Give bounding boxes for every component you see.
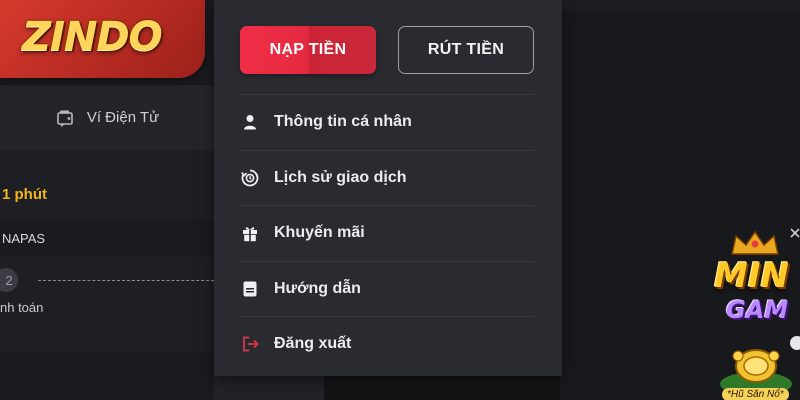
game-title-bottom: GAM [726, 296, 789, 324]
step-divider [38, 280, 214, 281]
jackpot-label: *Hũ Săn Nổ* [722, 388, 789, 400]
panel-footer-strip [214, 376, 324, 400]
menu-item-label: Khuyến mãi [274, 224, 365, 242]
menu-item-promotions[interactable]: Khuyến mãi [240, 205, 534, 261]
mini-game-launcher[interactable]: MIN GAM *Hũ Săn Nổ* [708, 228, 800, 400]
menu-item-label: Hướng dẫn [274, 279, 361, 297]
tab-e-wallet-label: Ví Điện Tử [86, 109, 160, 126]
menu-item-history[interactable]: Lịch sử giao dịch [240, 149, 534, 206]
menu-list: Thông tin cá nhân Lịch sử giao dịch Khuy… [240, 94, 534, 372]
close-icon[interactable] [790, 228, 800, 238]
processing-time: 1 phút [2, 186, 47, 203]
game-title-top: MIN [714, 256, 789, 296]
menu-item-logout[interactable]: Đăng xuất [240, 316, 534, 372]
deposit-button[interactable]: NẠP TIỀN [240, 26, 376, 74]
crown-icon [731, 230, 779, 255]
menu-item-profile[interactable]: Thông tin cá nhân [240, 94, 534, 150]
wallet-icon [55, 108, 75, 128]
guide-icon [241, 280, 259, 298]
step-indicator: 2 [0, 268, 18, 292]
brand-logo[interactable]: ZINDO [0, 0, 205, 78]
menu-item-label: Thông tin cá nhân [274, 113, 412, 131]
user-icon [241, 113, 259, 131]
tab-e-wallet[interactable]: Ví Điện Tử [0, 85, 214, 150]
napas-label: NAPAS [2, 231, 46, 246]
menu-item-label: Đăng xuất [274, 335, 352, 353]
gift-icon [241, 224, 259, 242]
logo-text: ZINDO [22, 14, 163, 60]
withdraw-button[interactable]: RÚT TIỀN [398, 26, 534, 74]
step-label: nh toán [0, 300, 44, 315]
menu-item-label: Lịch sử giao dịch [274, 168, 407, 186]
history-icon [241, 169, 259, 187]
account-menu: NẠP TIỀN RÚT TIỀN Thông tin cá nhân Lịch… [214, 0, 562, 376]
menu-item-guide[interactable]: Hướng dẫn [240, 260, 534, 317]
logout-icon [241, 335, 259, 353]
panel-footer [0, 352, 214, 400]
